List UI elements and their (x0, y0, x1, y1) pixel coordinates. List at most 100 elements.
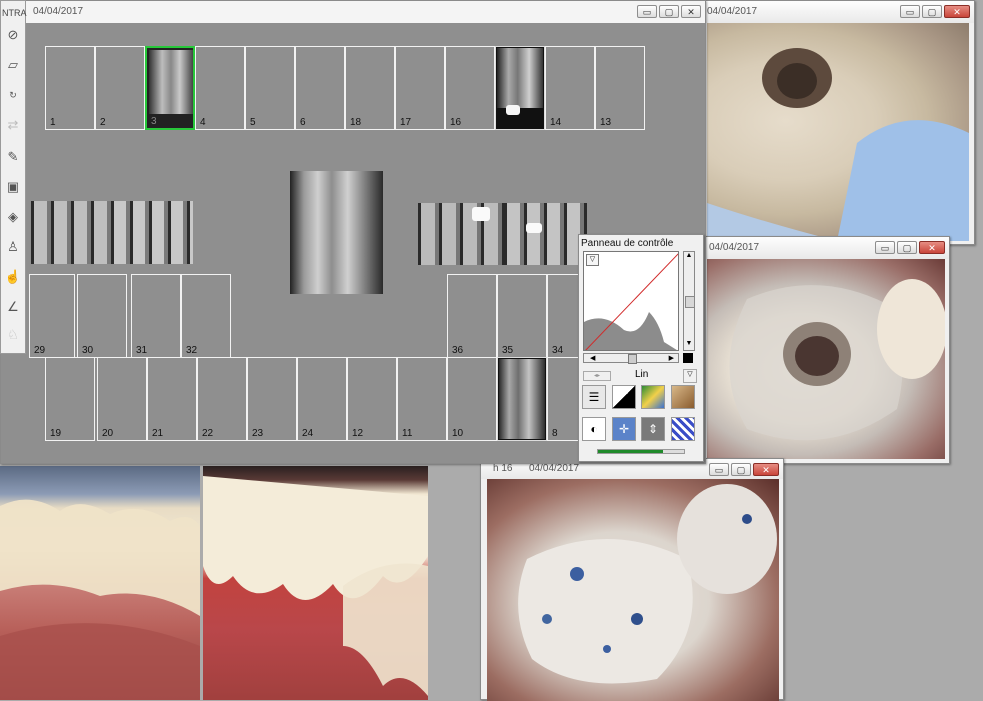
teeth-group-icon[interactable]: ♘ (3, 325, 23, 345)
slot-number: 13 (600, 117, 612, 128)
minimize-button[interactable]: ▭ (900, 5, 920, 18)
flip-icon[interactable]: ⇄ (3, 115, 23, 135)
color-map-icon[interactable] (641, 385, 665, 409)
photo-lower-incisors-1[interactable] (0, 466, 200, 700)
slot[interactable]: 23 (247, 357, 297, 441)
maximize-button[interactable]: ▢ (922, 5, 942, 18)
close-button[interactable]: ✕ (753, 463, 779, 476)
reset-icon[interactable]: ▽ (586, 254, 599, 266)
undo-icon[interactable]: ◂▸ (583, 371, 611, 381)
slot-number: 17 (400, 117, 412, 128)
slider-right-icon[interactable]: ▶ (669, 354, 674, 362)
photo-window-3[interactable]: h 16 04/04/2017 ▭ ▢ ✕ (480, 458, 784, 701)
slot[interactable]: 2 (95, 46, 145, 130)
slot[interactable]: 35 (497, 274, 547, 358)
cube-icon[interactable]: ◈ (3, 207, 23, 227)
sharpen-icon[interactable]: ☰ (582, 385, 606, 409)
tooth-icon[interactable]: ♙ (3, 237, 23, 257)
maximize-button[interactable]: ▢ (731, 463, 751, 476)
curve-preset-icon[interactable]: ▽ (683, 369, 697, 383)
slot-number: 36 (452, 345, 464, 356)
slider-thumb[interactable] (628, 354, 637, 364)
filter-icon[interactable]: ⇕ (641, 417, 665, 441)
slot[interactable]: 30 (77, 274, 127, 358)
pencil-icon[interactable]: ✎ (3, 147, 23, 167)
bitewing-xray-left-2[interactable] (111, 201, 193, 264)
slot[interactable]: 16 (445, 46, 495, 130)
slot-number: 19 (50, 428, 62, 439)
photo-window-1[interactable]: 04/04/2017 ▭ ▢ ✕ (692, 0, 975, 245)
slot[interactable]: 20 (97, 357, 147, 441)
slot[interactable]: 4 (195, 46, 245, 130)
maximize-button[interactable]: ▢ (897, 241, 917, 254)
slot-number: 32 (186, 345, 198, 356)
close-button[interactable]: ✕ (944, 5, 970, 18)
slot[interactable]: 36 (447, 274, 497, 358)
no-entry-icon[interactable]: ⊘ (3, 25, 23, 45)
bitewing-xray-right-1[interactable] (418, 203, 504, 265)
slot[interactable]: 18 (345, 46, 395, 130)
slot-selected[interactable]: 3 (145, 46, 195, 130)
slot[interactable]: 14 (545, 46, 595, 130)
slot[interactable]: 1 (45, 46, 95, 130)
photo-molar-cavity (707, 23, 969, 241)
slot-number: 34 (552, 345, 564, 356)
control-panel-title: Panneau de contrôle (581, 238, 674, 249)
slider-left-icon[interactable]: ◀ (590, 354, 595, 362)
slot[interactable]: 19 (45, 357, 95, 441)
slot[interactable]: 6 (295, 46, 345, 130)
black-point-swatch[interactable] (683, 353, 693, 363)
slot-number: 18 (350, 117, 362, 128)
maximize-button[interactable]: ▢ (659, 5, 679, 18)
photo-window-2[interactable]: 5 04/04/2017 ▭ ▢ ✕ (692, 236, 950, 464)
emboss-icon[interactable]: ✛ (612, 417, 636, 441)
contrast-icon[interactable] (612, 385, 636, 409)
slot[interactable]: 21 (147, 357, 197, 441)
slot-filled[interactable] (495, 46, 545, 130)
bitewing-xray-left-1[interactable] (31, 201, 111, 264)
slot-filled[interactable] (497, 357, 547, 441)
filling-mark (472, 207, 490, 221)
invert-icon[interactable]: ◐ (582, 417, 606, 441)
tooth-illustration (729, 279, 945, 441)
rotate-180-icon[interactable]: ↻ (3, 85, 23, 105)
sepia-icon[interactable] (671, 385, 695, 409)
close-button[interactable]: ✕ (919, 241, 945, 254)
slot[interactable]: 17 (395, 46, 445, 130)
eraser-icon[interactable]: ▱ (3, 55, 23, 75)
slot-number: 35 (502, 345, 514, 356)
photo-lower-incisors-2[interactable] (203, 466, 428, 700)
window-title-prefix: h 16 (493, 463, 513, 474)
slot-number: 8 (552, 428, 558, 439)
progress-bar (597, 449, 685, 454)
slot[interactable]: 5 (245, 46, 295, 130)
slot[interactable]: 32 (181, 274, 231, 358)
vertical-scrollbar[interactable]: ▲ ▼ (683, 251, 695, 351)
scroll-thumb[interactable] (685, 296, 695, 308)
horizontal-slider[interactable]: ◀ ▶ (583, 353, 679, 364)
slot[interactable]: 13 (595, 46, 645, 130)
scroll-down-icon[interactable]: ▼ (684, 340, 694, 350)
control-panel-window[interactable]: Panneau de contrôle ▽ ▲ ▼ ◀ ▶ Lin ◂▸ ▽ ☰… (578, 234, 704, 462)
scroll-up-icon[interactable]: ▲ (684, 252, 694, 262)
slot[interactable]: 31 (131, 274, 181, 358)
tooth-illustration (707, 48, 969, 241)
slot[interactable]: 29 (29, 274, 75, 358)
pattern-icon[interactable] (671, 417, 695, 441)
slot[interactable]: 11 (397, 357, 447, 441)
slot[interactable]: 12 (347, 357, 397, 441)
periapical-xray-center[interactable] (290, 171, 383, 294)
hand-pointer-icon[interactable]: ☝ (3, 267, 23, 287)
camera-icon[interactable]: ▣ (3, 177, 23, 197)
slot[interactable]: 10 (447, 357, 497, 441)
slot-number: 16 (450, 117, 462, 128)
slot[interactable]: 22 (197, 357, 247, 441)
curve-graph[interactable]: ▽ (583, 251, 679, 351)
angle-measure-icon[interactable]: ∠ (3, 297, 23, 317)
minimize-button[interactable]: ▭ (637, 5, 657, 18)
minimize-button[interactable]: ▭ (709, 463, 729, 476)
bitewing-xray-right-2[interactable] (504, 203, 587, 265)
minimize-button[interactable]: ▭ (875, 241, 895, 254)
slot[interactable]: 24 (297, 357, 347, 441)
close-button[interactable]: ✕ (681, 5, 701, 18)
